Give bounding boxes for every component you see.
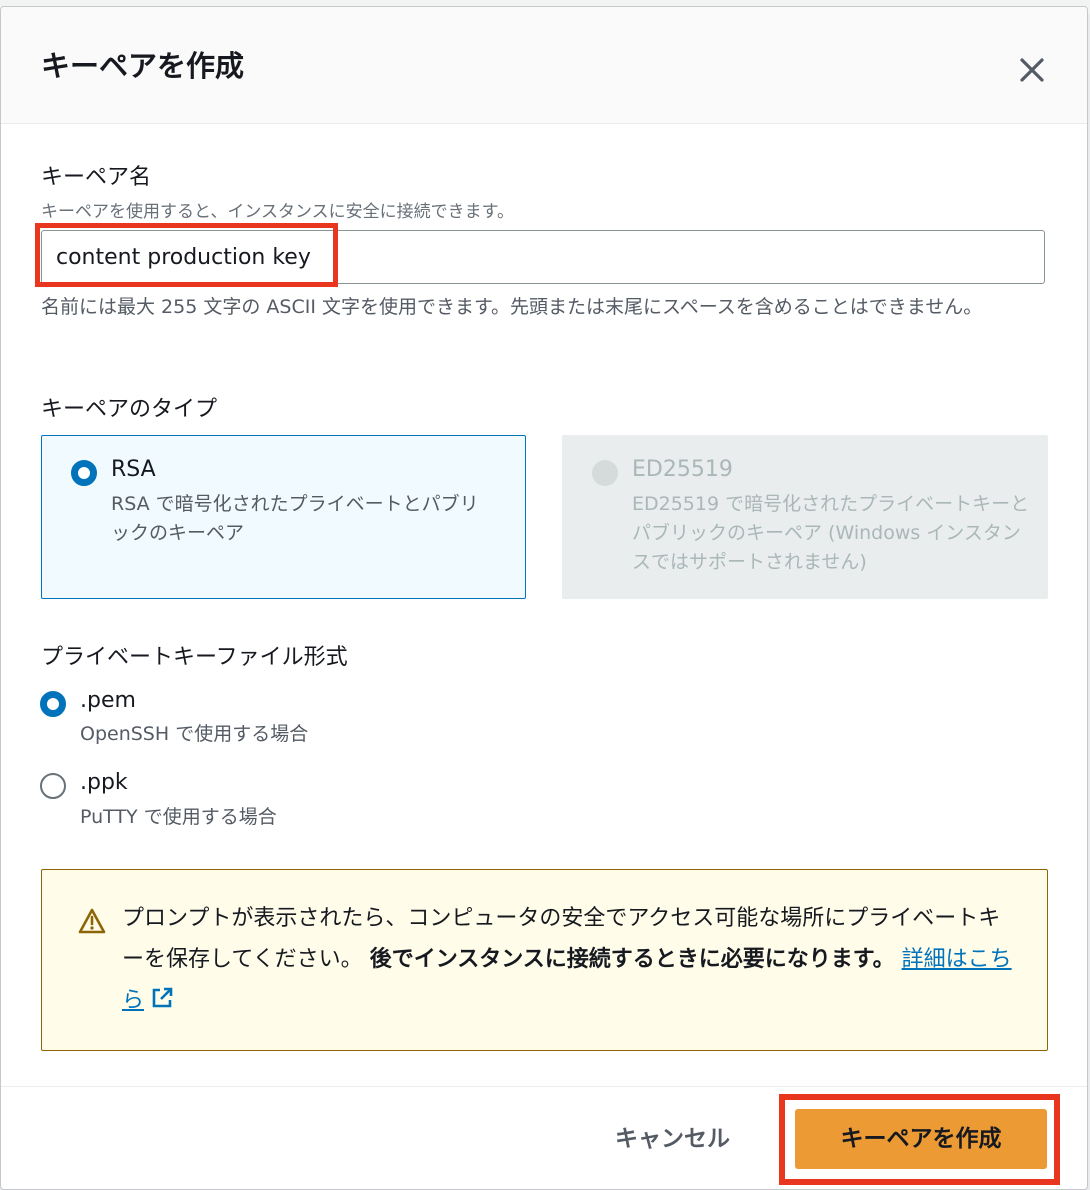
pem-title: .pem bbox=[80, 688, 136, 713]
warning-message: プロンプトが表示されたら、コンピュータの安全でアクセス可能な場所にプライベートキ… bbox=[122, 898, 1022, 1021]
key-type-option-rsa[interactable]: RSA RSA で暗号化されたプライベートとパブリックのキーペア bbox=[41, 435, 526, 599]
ppk-description: PuTTY で使用する場合 bbox=[80, 806, 277, 828]
pem-description: OpenSSH で使用する場合 bbox=[80, 723, 309, 745]
dialog-header: キーペアを作成 bbox=[1, 7, 1087, 124]
file-format-label: プライベートキーファイル形式 bbox=[41, 645, 348, 670]
create-key-pair-button[interactable]: キーペアを作成 bbox=[795, 1109, 1047, 1169]
ppk-title: .ppk bbox=[80, 770, 128, 795]
key-pair-name-constraint: 名前には最大 255 文字の ASCII 文字を使用できます。先頭または末尾にス… bbox=[41, 296, 983, 318]
pem-radio[interactable] bbox=[40, 691, 66, 717]
key-pair-name-label: キーペア名 bbox=[41, 165, 152, 190]
ed25519-radio bbox=[592, 460, 618, 486]
external-link-icon[interactable] bbox=[150, 983, 174, 1008]
close-icon[interactable] bbox=[1015, 53, 1049, 87]
key-pair-type-label: キーペアのタイプ bbox=[41, 397, 218, 422]
ed25519-title: ED25519 bbox=[632, 457, 733, 482]
footer-divider bbox=[1, 1086, 1087, 1087]
warning-strong-text: 後でインスタンスに接続するときに必要になります。 bbox=[369, 947, 895, 972]
ed25519-description: ED25519 で暗号化されたプライベートキーとパブリックのキーペア (Wind… bbox=[632, 493, 1030, 573]
dialog-title: キーペアを作成 bbox=[41, 49, 245, 83]
ppk-radio[interactable] bbox=[40, 773, 66, 799]
cancel-button[interactable]: キャンセル bbox=[615, 1119, 730, 1153]
rsa-title: RSA bbox=[111, 457, 156, 482]
warning-alert: プロンプトが表示されたら、コンピュータの安全でアクセス可能な場所にプライベートキ… bbox=[41, 869, 1048, 1051]
key-type-option-ed25519: ED25519 ED25519 で暗号化されたプライベートキーとパブリックのキー… bbox=[562, 435, 1048, 599]
rsa-radio[interactable] bbox=[71, 460, 97, 486]
key-pair-name-description: キーペアを使用すると、インスタンスに安全に接続できます。 bbox=[41, 202, 514, 222]
warning-triangle-icon bbox=[78, 908, 106, 934]
input-highlight-box bbox=[35, 223, 338, 287]
rsa-description: RSA で暗号化されたプライベートとパブリックのキーペア bbox=[111, 493, 479, 544]
create-key-pair-dialog: キーペアを作成 キーペア名 キーペアを使用すると、インスタンスに安全に接続できま… bbox=[0, 6, 1088, 1190]
